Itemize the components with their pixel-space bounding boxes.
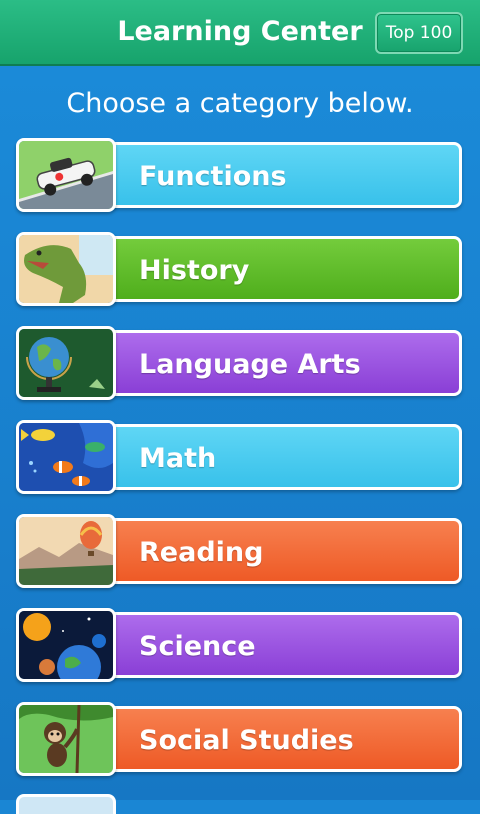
planets-icon[interactable]	[16, 608, 116, 682]
category-functions[interactable]: Functions	[16, 138, 464, 212]
category-bar[interactable]: History	[106, 236, 462, 302]
category-social-studies[interactable]: Social Studies	[16, 702, 464, 776]
category-history[interactable]: History	[16, 232, 464, 306]
app-header: Learning Center Top 100	[0, 0, 480, 66]
top-100-button[interactable]: Top 100	[375, 12, 463, 54]
category-list: Choose a category below. Functions Histo…	[0, 66, 480, 814]
subtitle: Choose a category below.	[66, 88, 414, 119]
fish-icon[interactable]	[16, 420, 116, 494]
category-language-arts[interactable]: Language Arts	[16, 326, 464, 400]
next-category-peek	[16, 794, 116, 814]
category-bar[interactable]: Math	[106, 424, 462, 490]
race-car-icon[interactable]	[16, 138, 116, 212]
category-bar[interactable]: Science	[106, 612, 462, 678]
category-label: Science	[139, 631, 256, 662]
category-bar[interactable]: Social Studies	[106, 706, 462, 772]
category-label: Language Arts	[139, 349, 361, 380]
category-bar[interactable]: Language Arts	[106, 330, 462, 396]
category-label: History	[139, 255, 250, 286]
category-label: Functions	[139, 161, 287, 192]
globe-icon[interactable]	[16, 326, 116, 400]
category-label: Math	[139, 443, 217, 474]
category-bar[interactable]: Functions	[106, 142, 462, 208]
dinosaur-icon[interactable]	[16, 232, 116, 306]
category-bar[interactable]: Reading	[106, 518, 462, 584]
monkey-icon[interactable]	[16, 702, 116, 776]
category-reading[interactable]: Reading	[16, 514, 464, 588]
category-label: Social Studies	[139, 725, 354, 756]
category-label: Reading	[139, 537, 264, 568]
category-science[interactable]: Science	[16, 608, 464, 682]
category-math[interactable]: Math	[16, 420, 464, 494]
hot-air-balloon-icon[interactable]	[16, 514, 116, 588]
